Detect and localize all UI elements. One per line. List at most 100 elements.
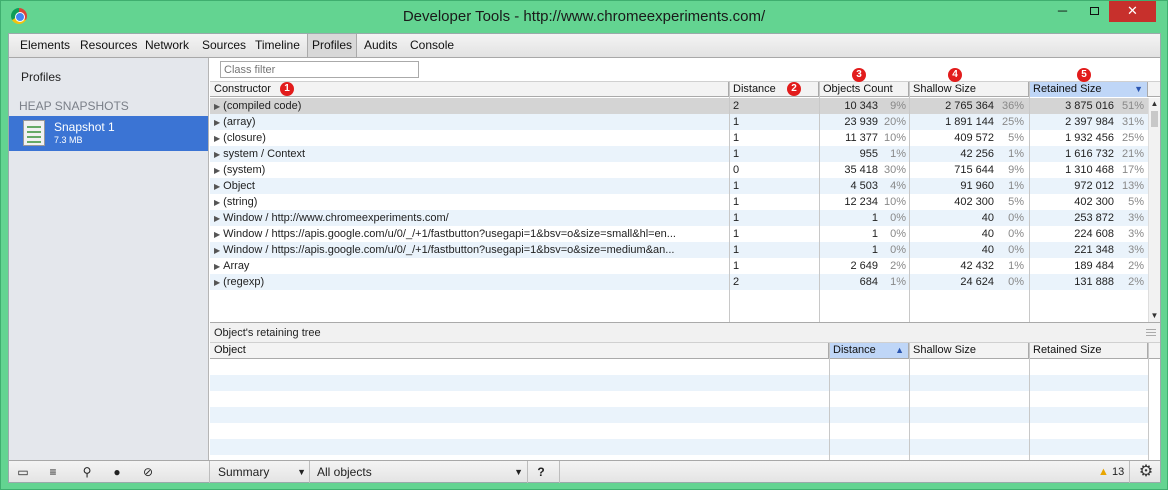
table-row[interactable]: ▶ (closure) 1 11 377 10% 409 572 5% 1 932 456 25…: [210, 130, 1148, 146]
retained-cell: 189 484: [1074, 260, 1114, 272]
count-pct-cell: 1%: [890, 276, 906, 288]
retained-pct-cell: 21%: [1121, 148, 1144, 160]
expand-arrow-icon[interactable]: ▶: [214, 134, 220, 143]
record-icon[interactable]: ●: [107, 464, 127, 480]
table-row[interactable]: ▶ (regexp) 2 684 1% 24 624 0% 131 888 2%: [210, 274, 1148, 290]
count-cell: 2 649: [850, 260, 878, 272]
column-header-shallow-size[interactable]: Shallow Size: [909, 82, 1029, 97]
count-pct-cell: 0%: [890, 228, 906, 240]
expand-arrow-icon[interactable]: ▶: [214, 182, 220, 191]
tab-audits[interactable]: Audits: [360, 34, 401, 57]
shallow-pct-cell: 0%: [1008, 228, 1024, 240]
constructor-cell: ▶ (closure): [214, 130, 726, 146]
expand-arrow-icon[interactable]: ▶: [214, 262, 220, 271]
maximize-button[interactable]: [1080, 1, 1108, 22]
retained-cell: 221 348: [1074, 244, 1114, 256]
retaining-column-header-retained-size[interactable]: Retained Size: [1029, 343, 1148, 358]
column-header-objects-count[interactable]: Objects Count: [819, 82, 909, 97]
constructor-cell: ▶ Window / http://www.chromeexperiments.c…: [214, 210, 726, 226]
shallow-cell: 40: [981, 212, 994, 224]
scroll-down-icon[interactable]: ▼: [1149, 310, 1160, 322]
help-icon[interactable]: ?: [531, 464, 551, 480]
column-header-distance-label: Distance: [733, 83, 776, 95]
expand-arrow-icon[interactable]: ▶: [214, 150, 220, 159]
expand-arrow-icon[interactable]: ▶: [214, 278, 220, 287]
count-pct-cell: 0%: [890, 212, 906, 224]
expand-arrow-icon[interactable]: ▶: [214, 246, 220, 255]
minimize-button[interactable]: ─: [1049, 1, 1076, 22]
callout-badge-1: 1: [280, 82, 294, 96]
column-header-retained-size-label: Retained Size: [1033, 83, 1102, 95]
sidebar-item-snapshot-1[interactable]: Snapshot 1 7.3 MB: [9, 116, 208, 151]
table-row[interactable]: ▶ Window / https://apis.google.com/u/0/_/…: [210, 242, 1148, 258]
callout-badge-3: 3: [852, 68, 866, 82]
tab-sources[interactable]: Sources: [198, 34, 250, 57]
count-pct-cell: 1%: [890, 148, 906, 160]
tab-profiles[interactable]: Profiles: [307, 34, 358, 57]
object-filter-select-value: All objects: [317, 465, 372, 479]
expand-arrow-icon[interactable]: ▶: [214, 230, 220, 239]
dock-toggle-icon[interactable]: ▭: [13, 464, 33, 480]
retaining-column-header-object[interactable]: Object: [210, 343, 829, 358]
count-pct-cell: 9%: [890, 100, 906, 112]
retained-cell: 224 608: [1074, 228, 1114, 240]
expand-arrow-icon[interactable]: ▶: [214, 198, 220, 207]
constructor-name: (array): [223, 116, 256, 128]
expand-arrow-icon[interactable]: ▶: [214, 166, 220, 175]
column-header-retained-size[interactable]: Retained Size ▼: [1029, 82, 1148, 97]
constructor-cell: ▶ (string): [214, 194, 726, 210]
status-divider: [209, 461, 210, 483]
table-row[interactable]: ▶ (array) 1 23 939 20% 1 891 144 25% 2 397 984 3…: [210, 114, 1148, 130]
count-cell: 35 418: [844, 164, 878, 176]
view-select-value: Summary: [218, 465, 270, 479]
scroll-up-icon[interactable]: ▲: [1149, 98, 1160, 110]
table-row[interactable]: ▶ Array 1 2 649 2% 42 432 1% 189 484 2%: [210, 258, 1148, 274]
tab-console[interactable]: Console: [406, 34, 458, 57]
console-drawer-icon[interactable]: ≡: [43, 464, 63, 480]
tab-elements[interactable]: Elements: [16, 34, 74, 57]
object-filter-select[interactable]: All objects ▼: [317, 464, 523, 480]
status-divider: [1129, 461, 1130, 483]
scrollbar-thumb[interactable]: [1151, 111, 1158, 127]
column-divider: [1029, 81, 1030, 322]
clear-icon[interactable]: ⊘: [138, 464, 158, 480]
expand-arrow-icon[interactable]: ▶: [214, 102, 220, 111]
constructor-name: (system): [223, 164, 266, 176]
shallow-cell: 1 891 144: [945, 116, 994, 128]
column-header-distance[interactable]: Distance 2: [729, 82, 819, 97]
class-filter-input[interactable]: [220, 61, 419, 78]
table-row[interactable]: ▶ Object 1 4 503 4% 91 960 1% 972 012 13%: [210, 178, 1148, 194]
search-icon[interactable]: ⚲: [77, 464, 97, 480]
constructor-name: Window / http://www.chromeexperiments.co…: [223, 212, 449, 224]
count-pct-cell: 2%: [890, 260, 906, 272]
retaining-column-header-distance[interactable]: Distance ▲: [829, 343, 909, 358]
expand-arrow-icon[interactable]: ▶: [214, 214, 220, 223]
retained-pct-cell: 17%: [1121, 164, 1144, 176]
constructor-name: (string): [223, 196, 258, 208]
grid-vertical-scrollbar[interactable]: ▲ ▼: [1148, 98, 1160, 322]
shallow-cell: 24 624: [960, 276, 994, 288]
column-header-constructor[interactable]: Constructor 1: [210, 82, 729, 97]
retaining-column-header-shallow-size[interactable]: Shallow Size: [909, 343, 1029, 358]
distance-cell: 1: [733, 132, 740, 144]
distance-cell: 2: [733, 100, 740, 112]
constructor-cell: ▶ (array): [214, 114, 726, 130]
warnings-counter[interactable]: ▲ 13: [1098, 464, 1124, 480]
table-row[interactable]: ▶ system / Context 1 955 1% 42 256 1% 1 616 732…: [210, 146, 1148, 162]
table-row[interactable]: ▶ (compiled code) 2 10 343 9% 2 765 364 36% 3 8…: [210, 98, 1148, 114]
table-row[interactable]: ▶ Window / http://www.chromeexperiments.c…: [210, 210, 1148, 226]
expand-arrow-icon[interactable]: ▶: [214, 118, 220, 127]
devtools-client: Elements Resources Network Sources Timel…: [8, 33, 1161, 483]
tab-network[interactable]: Network: [141, 34, 193, 57]
table-row[interactable]: ▶ (system) 0 35 418 30% 715 644 9% 1 310 468 17%: [210, 162, 1148, 178]
table-row[interactable]: ▶ Window / https://apis.google.com/u/0/_/…: [210, 226, 1148, 242]
tab-resources[interactable]: Resources: [76, 34, 141, 57]
close-button[interactable]: ✕: [1109, 1, 1156, 22]
view-select[interactable]: Summary ▼: [218, 464, 306, 480]
retained-cell: 1 310 468: [1065, 164, 1114, 176]
constructors-grid-body: ▶ (compiled code) 2 10 343 9% 2 765 364 36% 3 8…: [210, 98, 1148, 322]
gear-icon[interactable]: ⚙: [1137, 463, 1155, 481]
tab-timeline[interactable]: Timeline: [251, 34, 304, 57]
resize-grip-icon[interactable]: [1146, 329, 1156, 336]
table-row[interactable]: ▶ (string) 1 12 234 10% 402 300 5% 402 300 5%: [210, 194, 1148, 210]
